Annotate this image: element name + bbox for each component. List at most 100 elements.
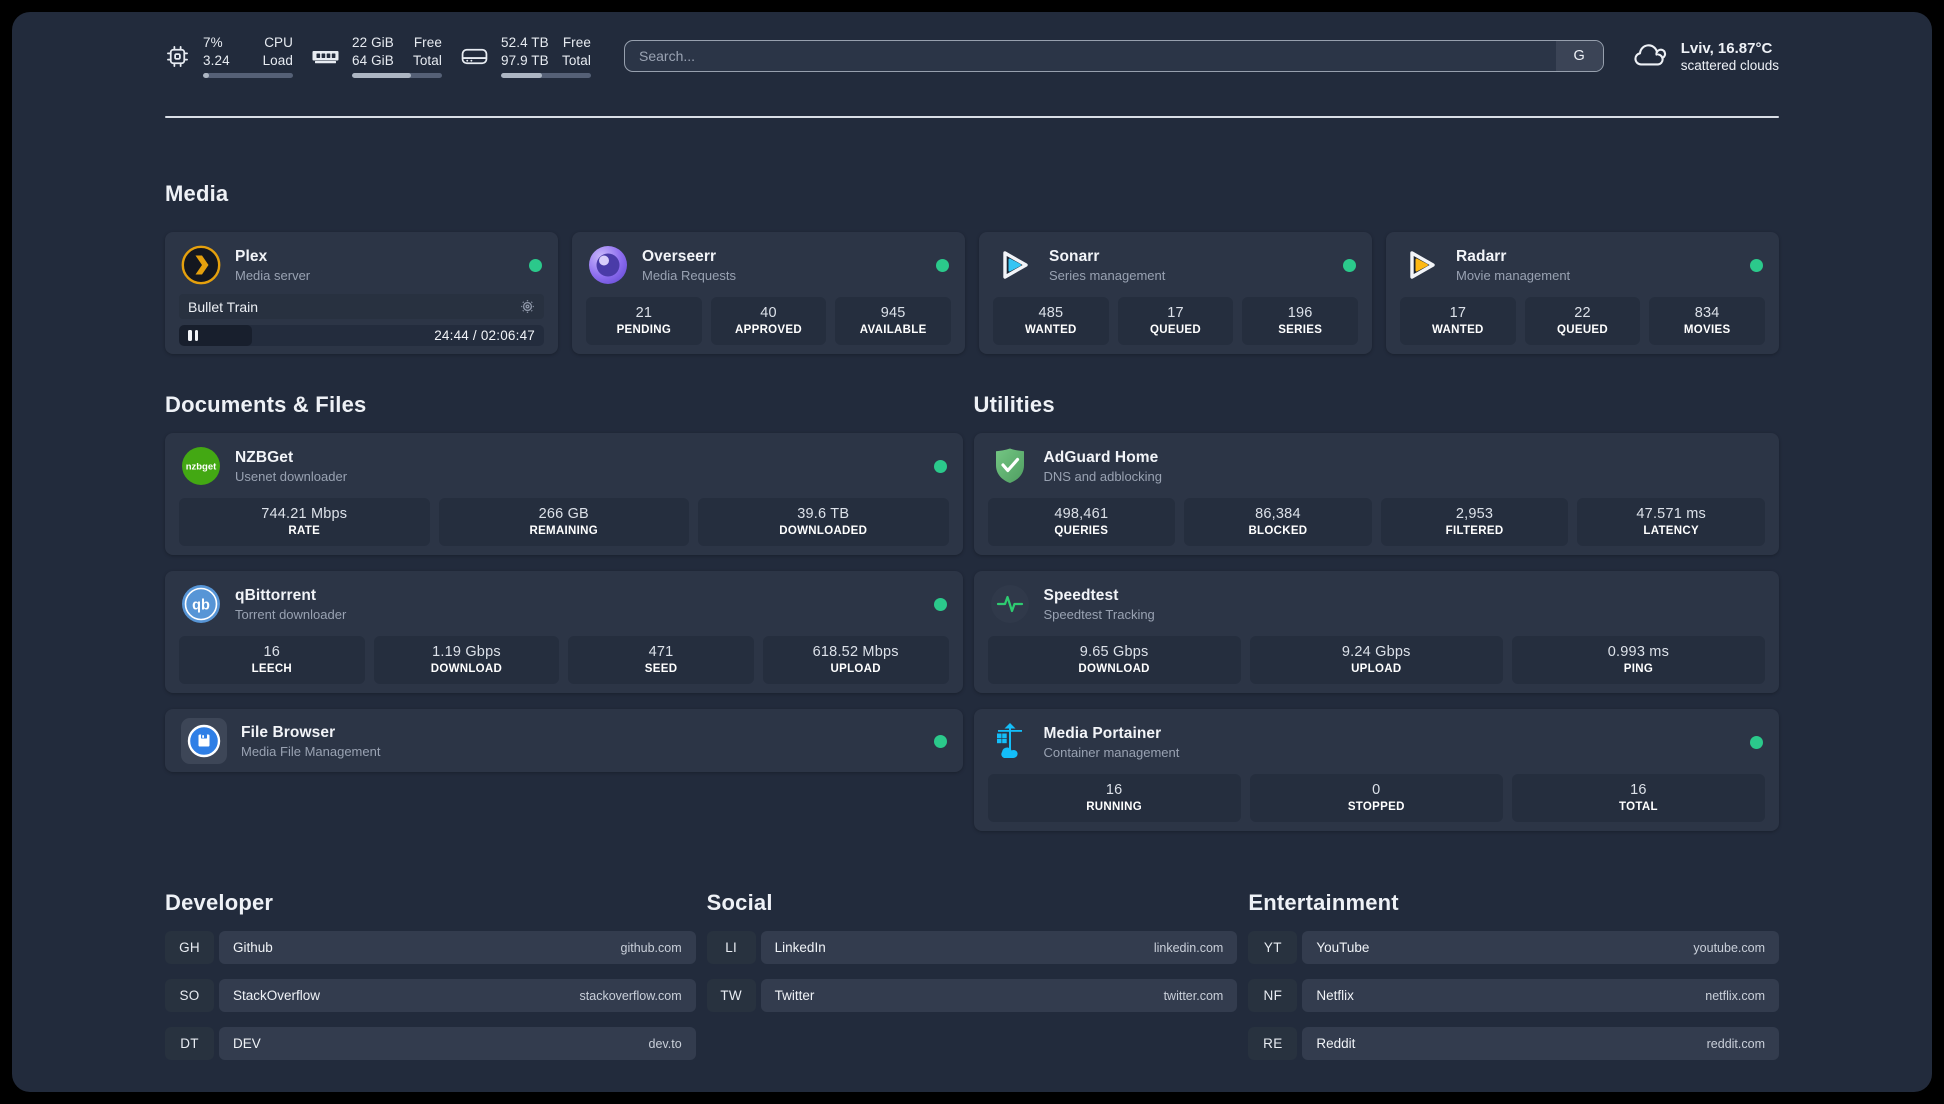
qbittorrent-card[interactable]: qb qBittorrent Torrent downloader 16 LEE… — [165, 571, 963, 693]
plex-card[interactable]: Plex Media server Bullet Train 24:44 / 0… — [165, 232, 558, 354]
status-dot — [933, 597, 947, 611]
memory-total-value: 64 GiB — [352, 52, 394, 68]
stat-tile: 9.24 Gbps UPLOAD — [1249, 636, 1503, 684]
bookmark-abbr: TW — [706, 979, 756, 1012]
stat-value: 40 — [760, 305, 777, 321]
stat-value: 498,461 — [1054, 506, 1109, 522]
app-description: Usenet downloader — [235, 468, 348, 484]
filebrowser-card[interactable]: File Browser Media File Management — [165, 709, 963, 772]
nzbget-card[interactable]: nzbget NZBGet Usenet downloader 744.21 M… — [165, 433, 963, 555]
stat-label: DOWNLOAD — [1078, 663, 1150, 675]
portainer-card[interactable]: Media Portainer Container management 16 … — [973, 709, 1779, 831]
bookmark-abbr: GH — [165, 931, 214, 964]
stat-tile: 21 PENDING — [586, 297, 702, 345]
stat-value: 21 — [635, 305, 653, 321]
stat-tile: 1.19 Gbps DOWNLOAD — [373, 636, 560, 684]
cpu-icon — [165, 44, 190, 69]
gear-icon[interactable] — [520, 299, 535, 314]
bookmark-domain: stackoverflow.com — [579, 988, 682, 1003]
stat-label: UPLOAD — [1351, 663, 1402, 675]
stat-label: MOVIES — [1683, 324, 1731, 336]
resource-widgets: 7% 3.24 CPU Load 22 GiB 64 GiB Free Tota… — [165, 34, 591, 79]
search-input[interactable] — [625, 41, 1556, 71]
stat-value: 2,953 — [1455, 506, 1494, 522]
stat-tile: 0 STOPPED — [1249, 774, 1503, 822]
memory-widget: 22 GiB 64 GiB Free Total — [312, 34, 442, 79]
stat-label: TOTAL — [1619, 801, 1658, 813]
dashboard-panel: 7% 3.24 CPU Load 22 GiB 64 GiB Free Tota… — [12, 12, 1932, 1092]
app-name: AdGuard Home — [1043, 448, 1159, 466]
stat-label: WANTED — [1025, 324, 1077, 336]
stat-label: SERIES — [1278, 324, 1323, 336]
bookmark-domain: github.com — [620, 940, 682, 955]
status-dot — [1750, 258, 1763, 272]
stat-label: APPROVED — [735, 324, 802, 336]
stat-value: 16 — [1105, 782, 1123, 798]
stat-tile: 22 QUEUED — [1524, 297, 1641, 345]
bookmark-name: LinkedIn — [774, 940, 826, 955]
stat-label: PENDING — [616, 324, 672, 336]
stat-tile: 196 SERIES — [1242, 297, 1359, 345]
app-name: NZBGet — [235, 448, 294, 466]
search-provider-button[interactable]: G — [1555, 41, 1603, 71]
now-playing-title: Bullet Train — [188, 298, 259, 315]
stat-value: 266 GB — [538, 506, 589, 522]
stat-label: LEECH — [251, 663, 293, 675]
stat-tile: 744.21 Mbps RATE — [179, 498, 430, 546]
bookmark-netflix[interactable]: NF Netflix netflix.com — [1248, 979, 1779, 1012]
stat-tile: 47.571 ms LATENCY — [1577, 498, 1765, 546]
adguard-card[interactable]: AdGuard Home DNS and adblocking 498,461 … — [973, 433, 1779, 555]
stat-label: QUERIES — [1054, 525, 1109, 537]
filebrowser-icon — [181, 718, 227, 764]
stat-tile: 39.6 TB DOWNLOADED — [698, 498, 949, 546]
utilities-column: Utilities AdGuard Home DNS and adblockin… — [973, 354, 1779, 831]
bookmark-dev[interactable]: DT DEV dev.to — [165, 1027, 696, 1060]
stat-label: WANTED — [1432, 324, 1484, 336]
speedtest-card[interactable]: Speedtest Speedtest Tracking 9.65 Gbps D… — [973, 571, 1779, 693]
radarr-card[interactable]: Radarr Movie management 17 WANTED 22 QUE… — [1386, 232, 1779, 354]
svg-text:nzbget: nzbget — [186, 462, 217, 473]
stat-tile: 17 QUEUED — [1117, 297, 1234, 345]
memory-free-value: 22 GiB — [352, 34, 394, 50]
stat-tile: 266 GB REMAINING — [438, 498, 689, 546]
app-description: DNS and adblocking — [1043, 468, 1163, 484]
bookmark-domain: netflix.com — [1705, 988, 1765, 1003]
bookmark-stackoverflow[interactable]: SO StackOverflow stackoverflow.com — [165, 979, 696, 1012]
bookmark-abbr: YT — [1248, 931, 1298, 964]
top-bar: 7% 3.24 CPU Load 22 GiB 64 GiB Free Tota… — [165, 33, 1779, 79]
bookmark-domain: dev.to — [648, 1036, 682, 1051]
stat-value: 834 — [1694, 305, 1720, 321]
overseerr-icon — [588, 245, 628, 285]
bookmark-abbr: LI — [706, 931, 756, 964]
app-name: Radarr — [1456, 247, 1507, 265]
bookmark-twitter[interactable]: TW Twitter twitter.com — [706, 979, 1238, 1012]
header-divider — [165, 116, 1779, 118]
media-time: 24:44 / 02:06:47 — [434, 328, 535, 343]
weather-widget: Lviv, 16.87°C scattered clouds — [1631, 40, 1779, 73]
bookmark-abbr: NF — [1248, 979, 1298, 1012]
bookmark-group-entertainment: Entertainment YT YouTube youtube.com NF … — [1248, 890, 1779, 1060]
bookmark-github[interactable]: GH Github github.com — [165, 931, 696, 964]
bookmark-reddit[interactable]: RE Reddit reddit.com — [1248, 1027, 1779, 1060]
pause-icon[interactable] — [188, 330, 198, 341]
bookmark-group-developer: Developer GH Github github.com SO StackO… — [165, 890, 696, 1060]
status-dot — [1343, 258, 1356, 272]
stat-value: 39.6 TB — [797, 506, 850, 522]
stat-value: 485 — [1038, 305, 1064, 321]
cpu-load-value: 3.24 — [203, 52, 230, 68]
stat-value: 16 — [263, 644, 281, 660]
overseerr-card[interactable]: Overseerr Media Requests 21 PENDING 40 A… — [572, 232, 965, 354]
bookmark-youtube[interactable]: YT YouTube youtube.com — [1248, 931, 1779, 964]
svg-text:qb: qb — [192, 598, 210, 614]
bookmark-linkedin[interactable]: LI LinkedIn linkedin.com — [706, 931, 1238, 964]
memory-icon — [312, 44, 339, 69]
bookmark-abbr: RE — [1248, 1027, 1298, 1060]
qbittorrent-icon: qb — [181, 584, 221, 624]
stat-value: 17 — [1449, 305, 1467, 321]
section-title-social: Social — [706, 890, 773, 915]
stat-value: 945 — [880, 305, 906, 321]
sonarr-card[interactable]: Sonarr Series management 485 WANTED 17 Q… — [979, 232, 1372, 354]
stat-label: RUNNING — [1086, 801, 1142, 813]
stat-value: 22 — [1574, 305, 1591, 321]
status-dot — [933, 459, 947, 473]
